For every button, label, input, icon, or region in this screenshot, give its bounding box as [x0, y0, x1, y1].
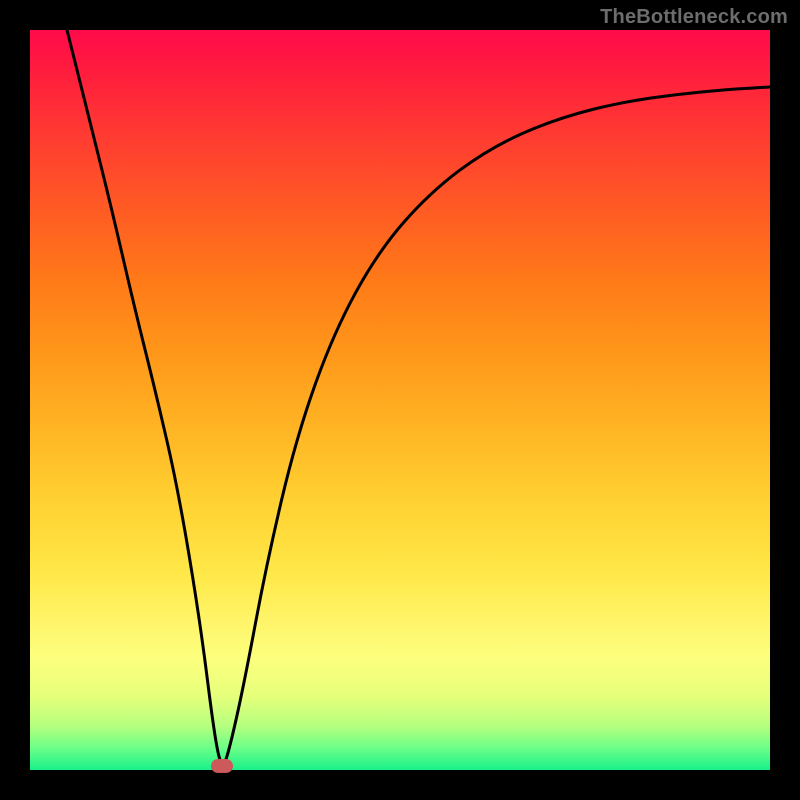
bottleneck-curve — [30, 30, 770, 770]
min-marker — [211, 759, 233, 773]
plot-area — [30, 30, 770, 770]
chart-frame: TheBottleneck.com — [0, 0, 800, 800]
watermark-text: TheBottleneck.com — [600, 6, 788, 29]
